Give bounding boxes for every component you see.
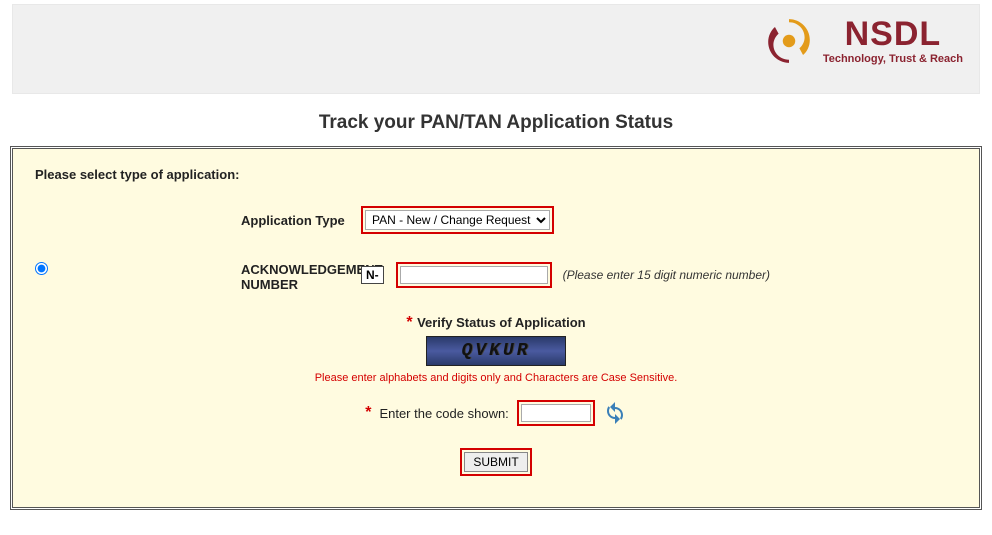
enter-code-label: Enter the code shown: xyxy=(379,406,508,421)
application-type-label: Application Type xyxy=(71,213,361,228)
form-instruction: Please select type of application: xyxy=(35,167,957,182)
brand-tagline: Technology, Trust & Reach xyxy=(823,53,963,65)
submit-button[interactable]: SUBMIT xyxy=(464,452,527,472)
refresh-icon[interactable] xyxy=(603,401,627,425)
nsdl-swirl-icon xyxy=(763,15,815,67)
form-panel: Please select type of application: Appli… xyxy=(12,148,980,508)
ack-prefix: N- xyxy=(361,266,384,284)
captcha-note: Please enter alphabets and digits only a… xyxy=(35,372,957,384)
brand-logo: NSDL Technology, Trust & Reach xyxy=(763,15,963,67)
application-type-select[interactable]: PAN - New / Change Request xyxy=(365,210,550,230)
acknowledgement-label: ACKNOWLEDGEMENT NUMBER xyxy=(71,262,361,292)
acknowledgement-hint: (Please enter 15 digit numeric number) xyxy=(563,268,770,282)
brand-name: NSDL xyxy=(845,17,942,51)
page-title: Track your PAN/TAN Application Status xyxy=(12,112,980,134)
required-star-icon: * xyxy=(406,314,412,331)
application-type-row: Application Type PAN - New / Change Requ… xyxy=(35,206,957,234)
captcha-image: QVKUR xyxy=(426,336,566,366)
acknowledgement-row: ACKNOWLEDGEMENT NUMBER N- (Please enter … xyxy=(35,262,957,292)
acknowledgement-radio[interactable] xyxy=(35,262,48,275)
verify-title-row: * Verify Status of Application xyxy=(35,314,957,332)
verify-title: Verify Status of Application xyxy=(417,315,586,330)
required-star-icon: * xyxy=(365,404,371,422)
acknowledgement-input[interactable] xyxy=(400,266,548,284)
header-bar: NSDL Technology, Trust & Reach xyxy=(12,4,980,94)
captcha-code-input[interactable] xyxy=(521,404,591,422)
